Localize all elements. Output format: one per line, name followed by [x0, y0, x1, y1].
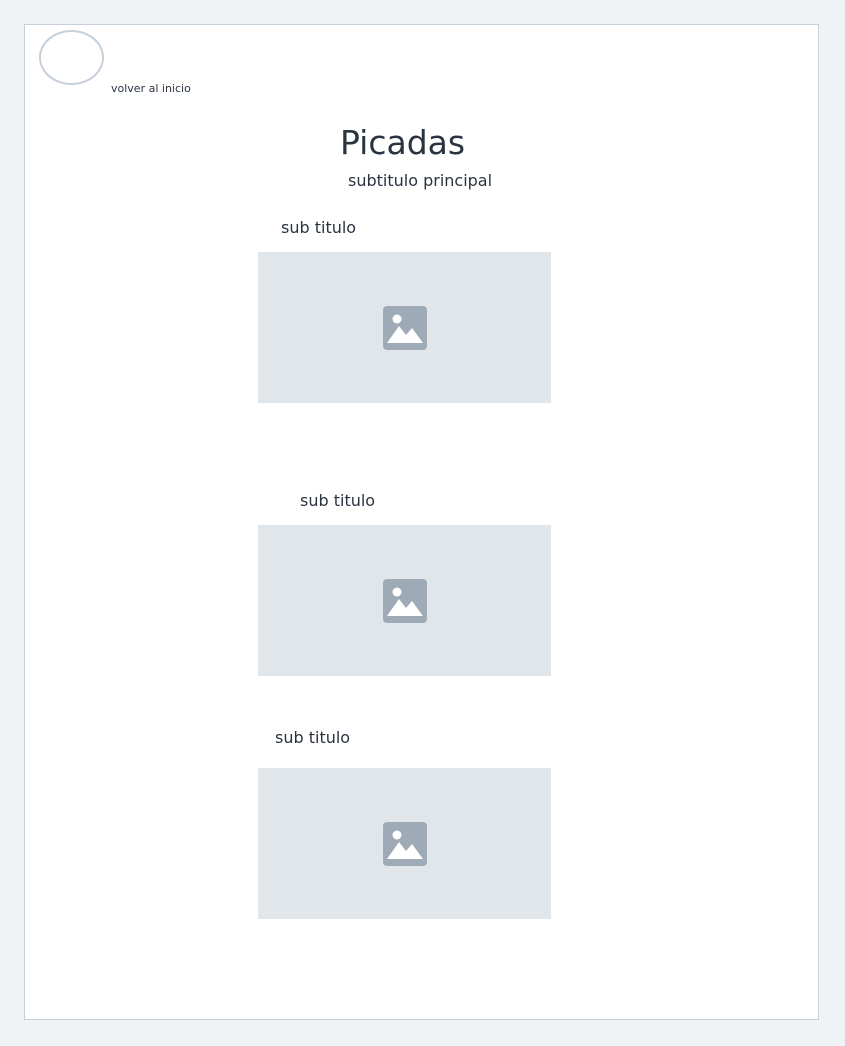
image-placeholder-icon: [382, 821, 427, 866]
logo-circle-icon[interactable]: [39, 30, 104, 85]
section-1-subtitle: sub titulo: [281, 218, 357, 237]
section-2-image: [258, 525, 551, 676]
image-placeholder-icon: [382, 305, 427, 350]
section-3-subtitle: sub titulo: [275, 728, 351, 747]
home-link[interactable]: volver al inicio: [111, 82, 191, 95]
section-2-subtitle: sub titulo: [300, 491, 376, 510]
section-3-image: [258, 768, 551, 919]
page-title: Picadas: [340, 123, 466, 162]
image-placeholder-icon: [382, 578, 427, 623]
main-subtitle: subtitulo principal: [348, 171, 493, 190]
section-1-image: [258, 252, 551, 403]
page-frame: volver al inicio Picadas subtitulo princ…: [24, 24, 819, 1020]
